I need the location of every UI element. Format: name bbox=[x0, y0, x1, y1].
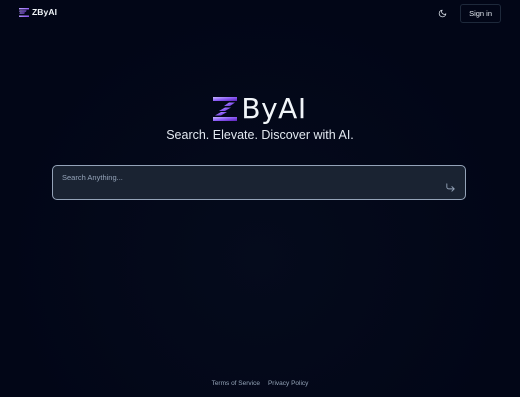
header-actions: Sign in bbox=[432, 3, 501, 23]
privacy-policy-link[interactable]: Privacy Policy bbox=[268, 380, 308, 387]
sign-in-button[interactable]: Sign in bbox=[460, 3, 501, 23]
search-box[interactable] bbox=[52, 165, 466, 200]
top-header: ZByAI Sign in bbox=[0, 0, 520, 26]
brand[interactable]: ZByAI bbox=[19, 7, 57, 17]
theme-toggle-button[interactable] bbox=[432, 3, 452, 23]
z-logo-icon bbox=[19, 7, 29, 17]
hero-logo: ByAI bbox=[0, 92, 520, 125]
footer: Terms of Service Privacy Policy bbox=[0, 380, 520, 387]
tagline: Search. Elevate. Discover with AI. bbox=[166, 128, 354, 142]
moon-icon bbox=[438, 9, 446, 17]
search-input[interactable] bbox=[62, 171, 432, 184]
brand-name: ZByAI bbox=[32, 7, 58, 17]
z-logo-icon bbox=[213, 96, 238, 121]
terms-of-service-link[interactable]: Terms of Service bbox=[212, 380, 260, 387]
hero-logo-text: ByAI bbox=[241, 92, 307, 125]
arrow-forward-icon[interactable] bbox=[445, 182, 456, 193]
page: ZByAI Sign in ByAI Search. Elevate. Disc… bbox=[0, 0, 520, 397]
